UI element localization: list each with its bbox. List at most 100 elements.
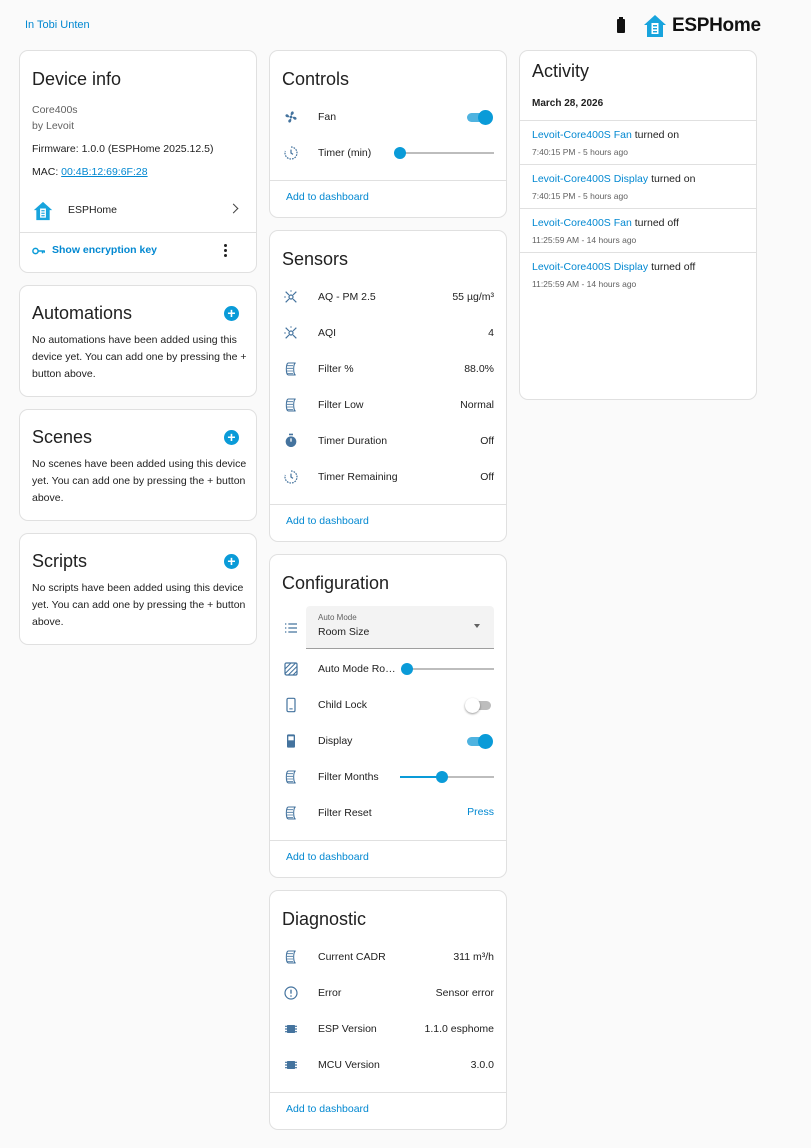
fan-icon (285, 111, 297, 123)
add-automation-icon[interactable]: + (224, 306, 239, 321)
chip-icon (285, 1025, 297, 1033)
diagnostic-label: MCU Version (318, 1059, 380, 1071)
filter-months-slider[interactable] (400, 771, 494, 783)
scenes-title: Scenes (32, 427, 93, 447)
esphome-logo-icon (644, 15, 666, 37)
timer-clock-icon (284, 146, 298, 160)
activity-entity-link[interactable]: Levoit-Core400S Fan (532, 217, 632, 229)
diagnostic-label: ESP Version (318, 1023, 377, 1035)
sensor-value: Off (480, 471, 494, 483)
diagnostic-row[interactable]: Error Sensor error (270, 981, 506, 1005)
sensors-title: Sensors (282, 249, 349, 269)
breadcrumb-area-link[interactable]: In Tobi Unten (25, 19, 90, 31)
add-scene-icon[interactable]: + (224, 430, 239, 445)
timer-icon (285, 433, 297, 447)
activity-card: Activity March 28, 2026 Levoit-Core400S … (519, 50, 757, 400)
fan-label: Fan (318, 111, 337, 123)
timer-slider[interactable] (394, 147, 494, 159)
diagnostic-row[interactable]: ESP Version 1.1.0 esphome (270, 1017, 506, 1041)
air-filter-icon (285, 806, 296, 820)
activity-entity-link[interactable]: Levoit-Core400S Display (532, 173, 648, 185)
sensor-row[interactable]: Timer Duration Off (270, 429, 506, 453)
timer-clock-icon (284, 470, 298, 484)
diagnostic-value: Sensor error (435, 987, 494, 999)
fan-toggle[interactable] (465, 110, 493, 125)
display-row[interactable]: Display (270, 729, 506, 753)
sensor-row[interactable]: AQI 4 (270, 321, 506, 345)
filter-months-row: Filter Months (270, 765, 506, 789)
scripts-title: Scripts (32, 551, 88, 571)
air-quality-icon (284, 326, 297, 339)
sensor-value: 55 µg/m³ (452, 291, 494, 303)
sensor-label: AQI (318, 327, 337, 339)
integration-row[interactable]: ESPHome (20, 199, 256, 223)
activity-action: turned off (648, 261, 696, 273)
texture-box-icon (284, 662, 298, 676)
sensor-label: Filter % (318, 363, 354, 375)
auto-mode-room-slider[interactable] (401, 663, 494, 675)
device-info-title: Device info (32, 69, 122, 89)
air-filter-icon (285, 362, 296, 376)
child-lock-toggle[interactable] (465, 698, 493, 713)
filter-reset-label: Filter Reset (318, 807, 372, 819)
auto-mode-select-value: Room Size (318, 626, 370, 638)
scenes-card: Scenes + No scenes have been added using… (19, 409, 257, 521)
timer-row: Timer (min) (270, 141, 506, 165)
diagnostic-row[interactable]: Current CADR 311 m³/h (270, 945, 506, 969)
auto-mode-select[interactable]: Auto Mode Room Size (306, 606, 494, 649)
mac-line: MAC: 00:4B:12:69:6F:28 (32, 166, 148, 178)
automations-card: Automations + No automations have been a… (19, 285, 257, 397)
activity-entity-link[interactable]: Levoit-Core400S Display (532, 261, 648, 273)
activity-time: 11:25:59 AM - 14 hours ago (532, 279, 637, 289)
air-filter-icon (285, 398, 296, 412)
sensors-card: Sensors AQ - PM 2.5 55 µg/m³ AQI 4 Filter % 8… (269, 230, 507, 542)
sensor-row[interactable]: Filter % 88.0% (270, 357, 506, 381)
dropdown-arrow-icon (474, 624, 480, 628)
controls-add-to-dashboard-link[interactable]: Add to dashboard (286, 191, 369, 203)
more-menu-icon[interactable] (224, 244, 228, 258)
alert-circle-icon (284, 986, 298, 1000)
sensor-row[interactable]: Filter Low Normal (270, 393, 506, 417)
scenes-empty-text: No scenes have been added using this dev… (32, 458, 247, 504)
device-model: Core400s (32, 104, 78, 116)
activity-entry: Levoit-Core400S Display turned off 11:25:… (520, 252, 756, 297)
activity-entity-link[interactable]: Levoit-Core400S Fan (532, 129, 632, 141)
child-lock-row[interactable]: Child Lock (270, 693, 506, 717)
esphome-icon (33, 201, 53, 221)
sensor-row[interactable]: Timer Remaining Off (270, 465, 506, 489)
sensor-value: 4 (488, 327, 494, 339)
brand-name: ESPHome (672, 15, 761, 36)
add-script-icon[interactable]: + (224, 554, 239, 569)
filter-months-label: Filter Months (318, 771, 379, 783)
mac-address-link[interactable]: 00:4B:12:69:6F:28 (61, 166, 147, 178)
scripts-empty-text: No scripts have been added using this de… (32, 582, 246, 628)
activity-time: 7:40:15 PM - 5 hours ago (532, 147, 628, 157)
sensor-value: Off (480, 435, 494, 447)
display-label: Display (318, 735, 353, 747)
child-lock-label: Child Lock (318, 699, 368, 711)
automations-title: Automations (32, 303, 133, 323)
diagnostic-add-to-dashboard-link[interactable]: Add to dashboard (286, 1103, 369, 1115)
sensor-row[interactable]: AQ - PM 2.5 55 µg/m³ (270, 285, 506, 309)
top-bar: In Tobi Unten ESPHome (0, 0, 811, 50)
auto-mode-room-row: Auto Mode Ro… (270, 657, 506, 681)
format-list-icon (285, 623, 297, 633)
battery-icon (617, 17, 625, 33)
show-encryption-key-label: Show encryption key (52, 244, 158, 256)
filter-reset-press-button[interactable]: Press (467, 806, 494, 818)
sensors-add-to-dashboard-link[interactable]: Add to dashboard (286, 515, 369, 527)
chip-icon (285, 1061, 297, 1069)
fan-row[interactable]: Fan (270, 105, 506, 129)
sensor-value: 88.0% (464, 363, 494, 375)
activity-entry: Levoit-Core400S Display turned on 7:40:15… (520, 164, 756, 209)
automations-empty-text: No automations have been added using thi… (32, 334, 247, 380)
brand: ESPHome (617, 14, 761, 38)
diagnostic-title: Diagnostic (282, 909, 367, 929)
diagnostic-row[interactable]: MCU Version 3.0.0 (270, 1053, 506, 1077)
activity-time: 7:40:15 PM - 5 hours ago (532, 191, 628, 201)
filter-reset-row: Filter Reset Press (270, 801, 506, 825)
chevron-right-icon (228, 203, 239, 214)
configuration-add-to-dashboard-link[interactable]: Add to dashboard (286, 851, 369, 863)
controls-card: Controls Fan Timer (min) Add to dashboar… (269, 50, 507, 218)
display-toggle[interactable] (465, 734, 493, 749)
